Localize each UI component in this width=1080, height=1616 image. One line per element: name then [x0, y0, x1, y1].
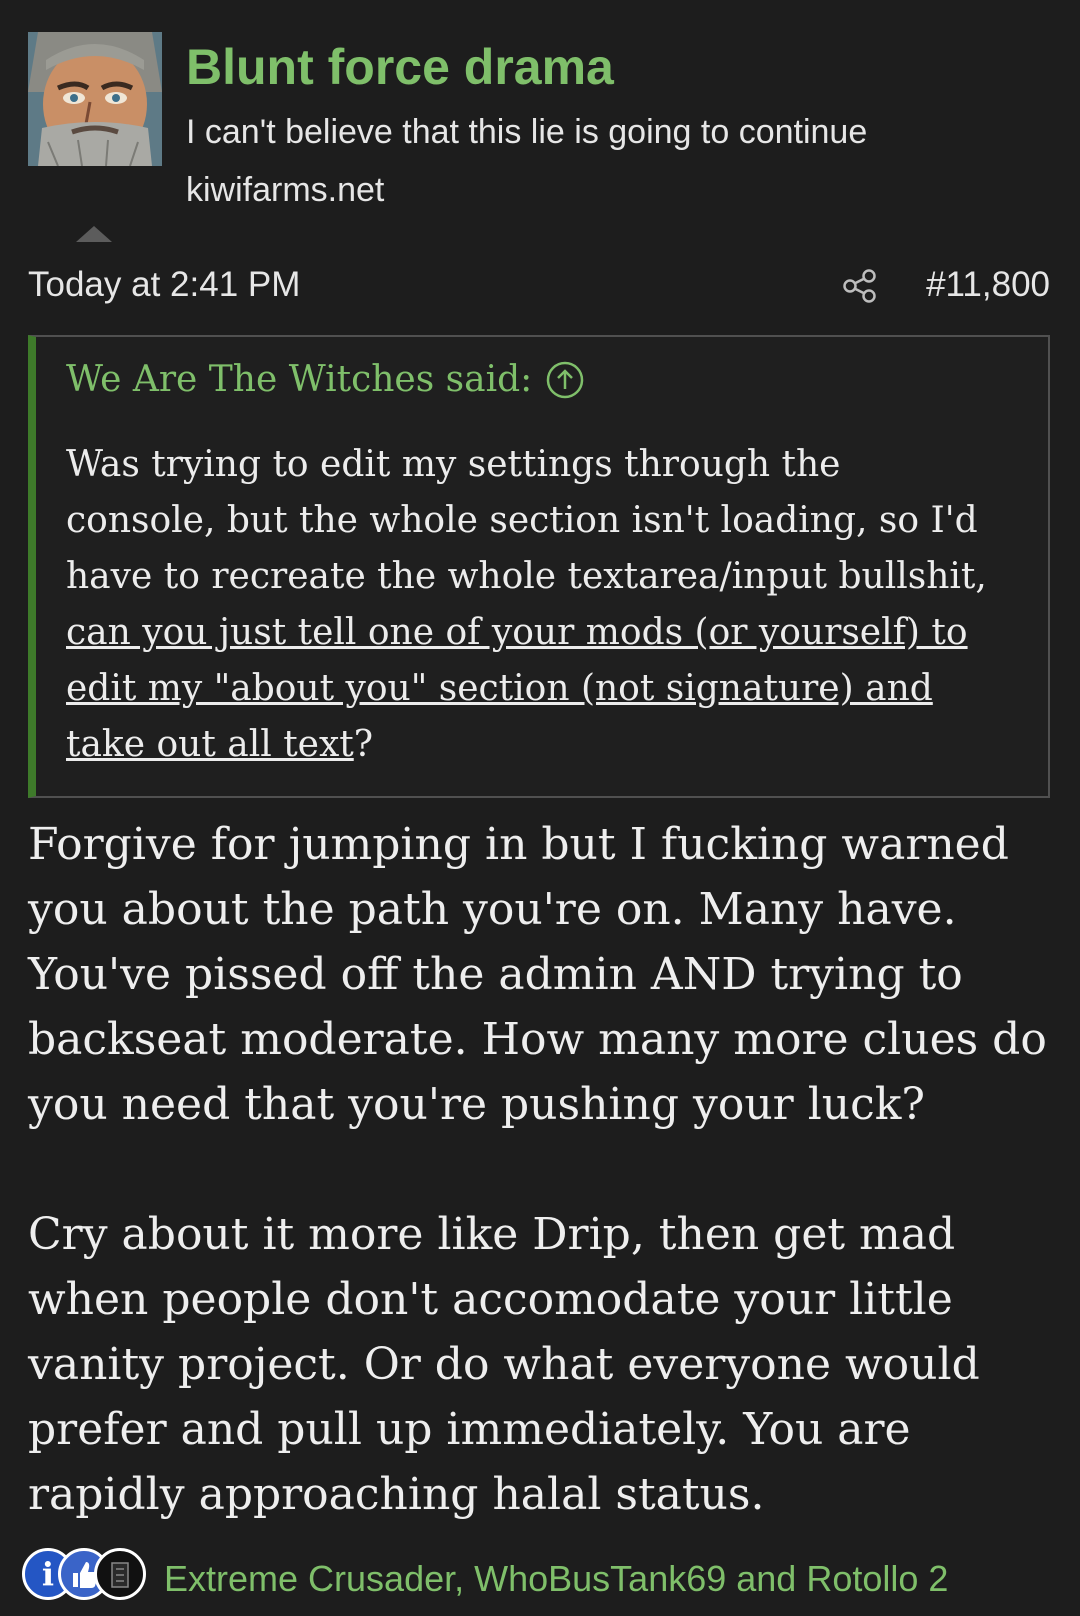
user-avatar[interactable] [28, 32, 162, 166]
post-number-link[interactable]: #11,800 [926, 265, 1050, 305]
post-paragraph: Forgive for jumping in but I fucking war… [28, 819, 1047, 1130]
post-body: Forgive for jumping in but I fucking war… [28, 812, 1058, 1592]
share-icon[interactable] [842, 268, 878, 304]
post-paragraph: Cry about it more like Drip, then get ma… [28, 1209, 980, 1520]
reaction-names-link[interactable]: Extreme Crusader, WhoBusTank69 and Rotol… [164, 1558, 948, 1600]
quote-text-end: ? [353, 724, 374, 765]
avatar-portrait-image [28, 32, 162, 166]
quote-text-plain: Was trying to edit my settings through t… [66, 444, 987, 597]
quote-author[interactable]: We Are The Witches said: [66, 359, 532, 400]
post-timestamp[interactable]: Today at 2:41 PM [28, 265, 300, 305]
quote-text-underlined: can you just tell one of your mods (or y… [66, 612, 968, 765]
quote-text: Was trying to edit my settings through t… [66, 437, 996, 773]
reaction-icon [94, 1548, 146, 1600]
jump-to-quote-icon[interactable] [545, 360, 585, 400]
post-header: Blunt force drama I can't believe that t… [0, 0, 1080, 242]
collapse-caret-icon[interactable] [76, 226, 112, 242]
user-title: I can't believe that this lie is going t… [186, 113, 868, 151]
quote-block: We Are The Witches said: Was trying to e… [28, 335, 1050, 798]
user-site: kiwifarms.net [186, 171, 385, 209]
username[interactable]: Blunt force drama [186, 38, 614, 96]
